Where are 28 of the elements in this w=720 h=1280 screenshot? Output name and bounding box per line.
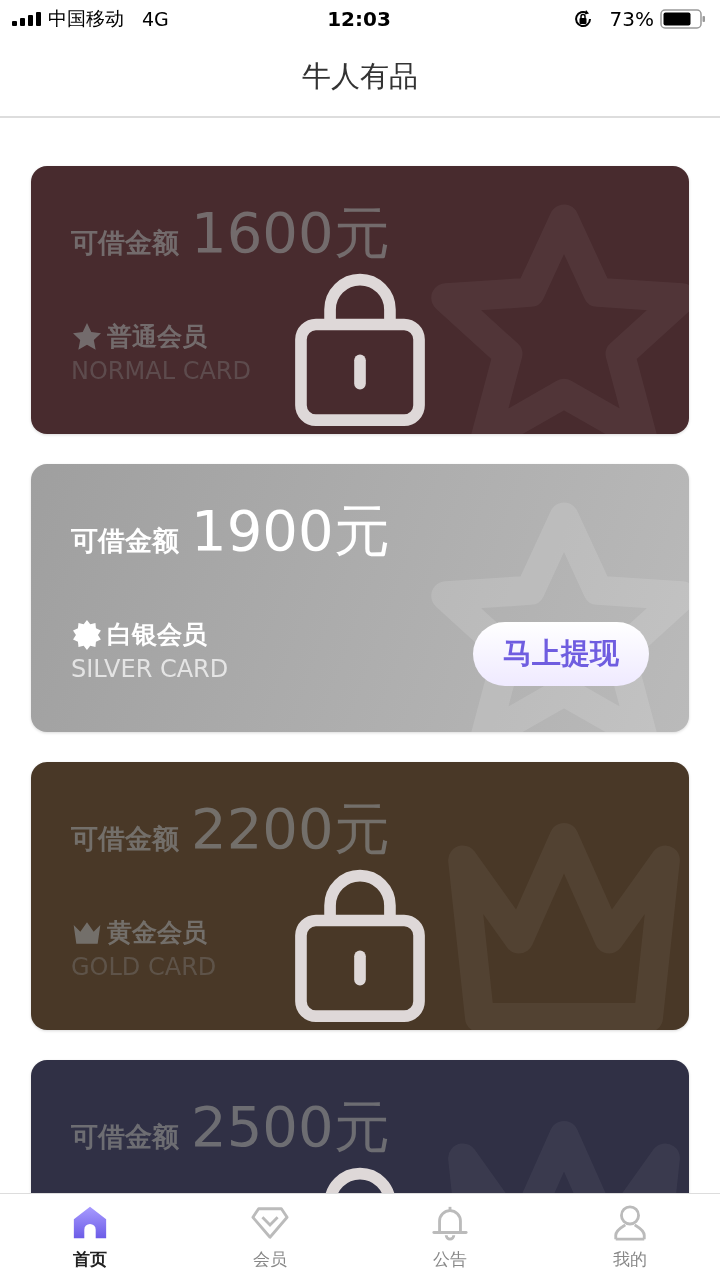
person-icon	[611, 1203, 649, 1242]
tier-name: 普通会员	[107, 321, 207, 353]
amount-label: 可借金额	[71, 226, 179, 260]
membership-card[interactable]: 可借金额 1900元 白银会员 SILVER CARD 马上提现	[31, 464, 689, 732]
amount-label: 可借金额	[71, 524, 179, 558]
network-type: 4G	[142, 8, 169, 30]
tier-name: 黄金会员	[107, 917, 207, 949]
withdraw-button[interactable]: 马上提现	[473, 622, 649, 686]
badge-icon	[71, 618, 103, 651]
tab-item[interactable]: 公告	[360, 1194, 540, 1280]
clock-time: 12:03	[327, 7, 391, 31]
amount-label: 可借金额	[71, 1120, 179, 1154]
tab-item[interactable]: 首页	[0, 1194, 180, 1280]
carrier-name: 中国移动	[48, 6, 124, 31]
tier-name: 白银会员	[107, 619, 207, 651]
page-title: 牛人有品	[302, 58, 418, 95]
amount-label: 可借金额	[71, 822, 179, 856]
amount-value: 2500元	[191, 1093, 390, 1161]
tier-english-name: SILVER CARD	[71, 655, 229, 683]
tab-item[interactable]: 我的	[540, 1194, 720, 1280]
battery-percent: 73%	[609, 7, 654, 31]
tab-item[interactable]: 会员	[180, 1194, 360, 1280]
battery-icon	[660, 9, 706, 29]
amount-value: 2200元	[191, 795, 390, 863]
amount-value: 1600元	[191, 199, 390, 267]
signal-icon	[12, 12, 42, 26]
amount-value: 1900元	[191, 497, 390, 565]
membership-card[interactable]: 可借金额 2500元	[31, 1060, 689, 1193]
